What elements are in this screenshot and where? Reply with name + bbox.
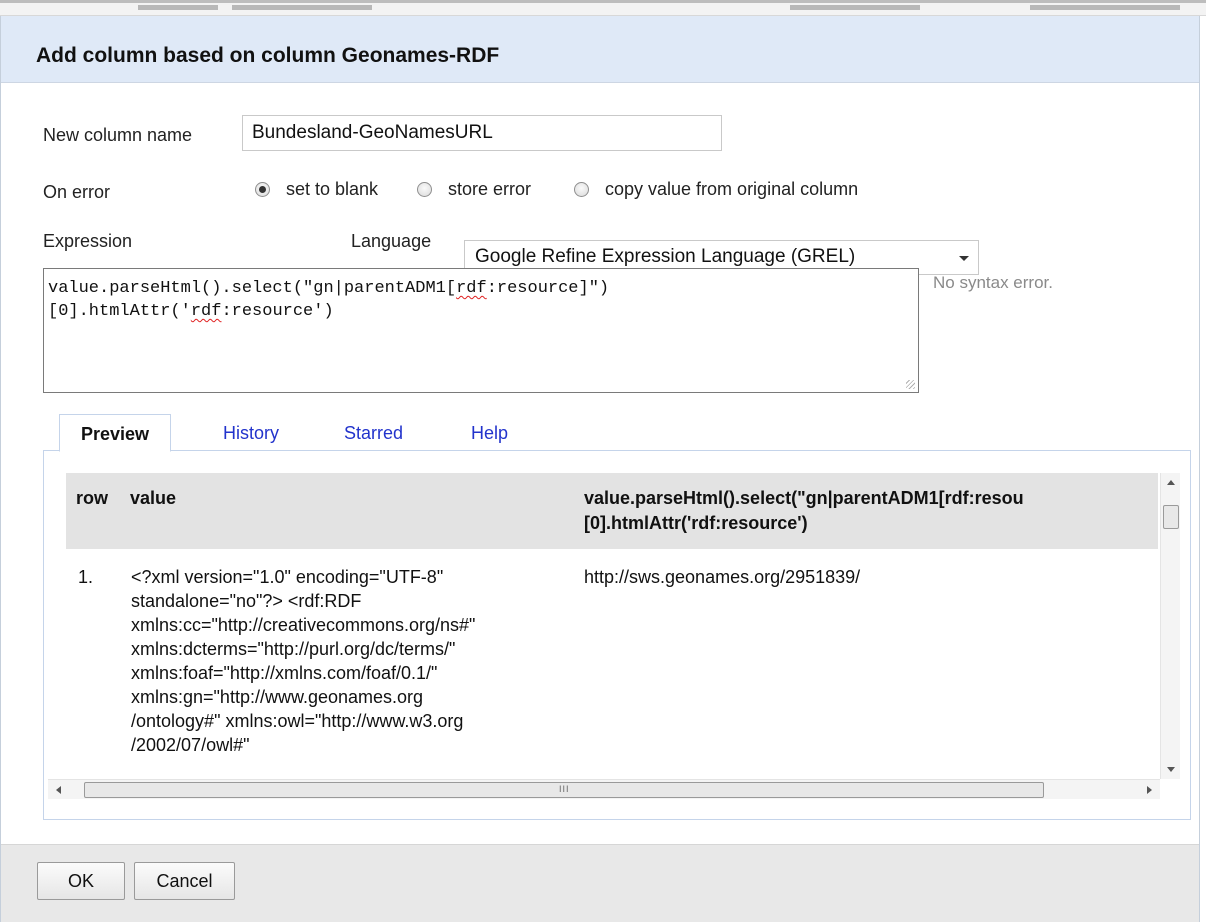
tab-help[interactable]: Help — [471, 414, 508, 452]
value-line: xmlns:cc="http://creativecommons.org/ns#… — [131, 615, 476, 635]
scroll-right-arrow-icon[interactable] — [1147, 786, 1152, 794]
column-header-expression-line: [0].htmlAttr('rdf:resource') — [584, 513, 808, 533]
preview-panel: row value value.parseHtml().select("gn|p… — [43, 450, 1191, 820]
background-text-fragment — [1030, 5, 1180, 10]
dialog-header: Add column based on column Geonames-RDF — [1, 16, 1199, 83]
background-line — [0, 0, 1206, 3]
vertical-scrollbar[interactable] — [1160, 473, 1180, 779]
chevron-down-icon — [959, 256, 969, 261]
value-line: xmlns:gn="http://www.geonames.org — [131, 687, 424, 707]
table-row-number: 1. — [78, 567, 94, 587]
on-error-store-error-label[interactable]: store error — [448, 179, 531, 200]
value-line: xmlns:foaf="http://xmlns.com/foaf/0.1/" — [131, 663, 438, 683]
tab-history[interactable]: History — [223, 414, 279, 452]
new-column-name-input[interactable] — [242, 115, 722, 151]
expression-line-1: value.parseHtml().select("gn|parentADM1[… — [48, 279, 610, 298]
ok-button[interactable]: OK — [37, 862, 125, 900]
value-line: <?xml version="1.0" encoding="UTF-8" — [131, 567, 444, 587]
vertical-scroll-thumb[interactable] — [1163, 505, 1179, 529]
expression-textarea[interactable]: value.parseHtml().select("gn|parentADM1[… — [43, 268, 919, 393]
table-cell-result: http://sws.geonames.org/2951839/ — [584, 567, 861, 587]
background-text-fragment — [790, 5, 920, 10]
scroll-down-arrow-icon[interactable] — [1167, 767, 1175, 772]
language-label: Language — [351, 231, 432, 251]
horizontal-scrollbar[interactable]: III — [48, 779, 1160, 799]
language-select-value: Google Refine Expression Language (GREL) — [475, 246, 856, 267]
spellcheck-underline: rdf — [456, 279, 487, 298]
table-cell-value: <?xml version="1.0" encoding="UTF-8" sta… — [131, 565, 571, 757]
column-header-expression: value.parseHtml().select("gn|parentADM1[… — [584, 486, 1024, 536]
column-header-value: value — [130, 488, 177, 508]
add-column-dialog: Add column based on column Geonames-RDF … — [0, 16, 1200, 922]
scroll-grip-icon: III — [559, 784, 570, 794]
preview-table[interactable]: row value value.parseHtml().select("gn|p… — [66, 473, 1158, 777]
scroll-up-arrow-icon[interactable] — [1167, 480, 1175, 485]
on-error-label: On error — [43, 182, 111, 202]
cancel-button[interactable]: Cancel — [134, 862, 235, 900]
on-error-set-blank-label[interactable]: set to blank — [286, 179, 378, 200]
tab-starred[interactable]: Starred — [344, 414, 403, 452]
column-header-expression-line: value.parseHtml().select("gn|parentADM1[… — [584, 488, 1024, 508]
on-error-store-error-radio[interactable] — [417, 182, 432, 197]
dialog-title: Add column based on column Geonames-RDF — [36, 44, 500, 67]
background-page-strip — [0, 0, 1206, 16]
background-text-fragment — [138, 5, 218, 10]
syntax-status: No syntax error. — [933, 273, 1053, 292]
spellcheck-underline: rdf — [190, 302, 222, 321]
value-line: /ontology#" xmlns:owl="http://www.w3.org — [131, 711, 464, 731]
on-error-copy-value-radio[interactable] — [574, 182, 589, 197]
on-error-set-blank-radio[interactable] — [255, 182, 270, 197]
dialog-footer: OK Cancel — [1, 844, 1199, 922]
scroll-left-arrow-icon[interactable] — [56, 786, 61, 794]
resize-grip-icon[interactable] — [906, 380, 915, 389]
value-line: xmlns:dcterms="http://purl.org/dc/terms/… — [131, 639, 456, 659]
tab-preview[interactable]: Preview — [59, 414, 172, 452]
new-column-name-label: New column name — [43, 125, 193, 145]
expression-line-2: [0].htmlAttr('rdf:resource') — [48, 302, 334, 321]
on-error-copy-value-label[interactable]: copy value from original column — [605, 179, 858, 200]
expression-label: Expression — [43, 231, 133, 251]
value-line: /2002/07/owl#" — [131, 735, 250, 755]
value-line: standalone="no"?> <rdf:RDF — [131, 591, 362, 611]
column-header-row: row — [76, 488, 109, 508]
background-text-fragment — [232, 5, 372, 10]
